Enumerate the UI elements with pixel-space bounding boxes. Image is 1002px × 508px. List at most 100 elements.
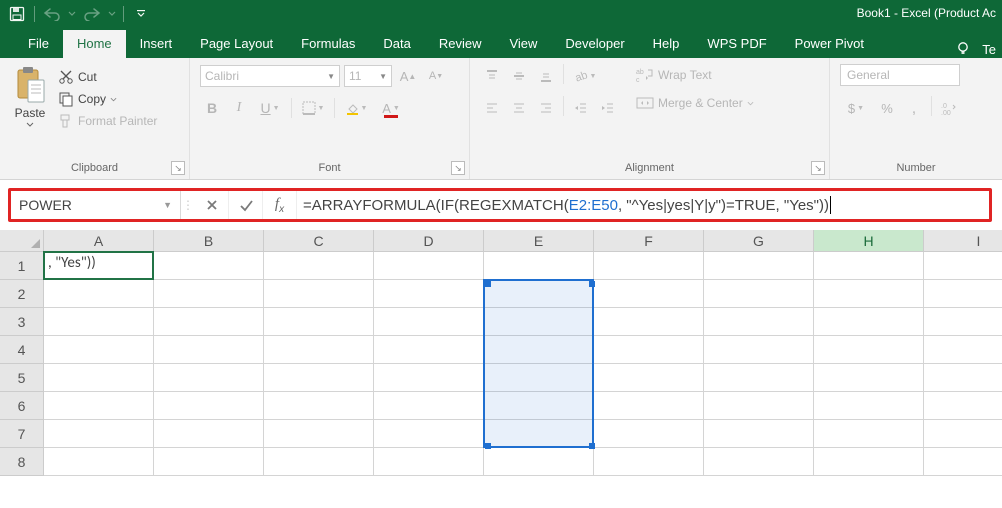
column-header[interactable]: A [44,230,154,252]
comma-format-icon[interactable]: , [902,96,926,120]
cell[interactable] [704,252,814,280]
undo-icon[interactable] [41,3,63,25]
cell[interactable] [264,336,374,364]
cell[interactable] [154,308,264,336]
number-format-combo[interactable]: General [840,64,960,86]
column-header[interactable]: I [924,230,1002,252]
column-header[interactable]: E [484,230,594,252]
cell[interactable] [44,392,154,420]
format-painter-button[interactable]: Format Painter [56,112,159,130]
cell[interactable] [44,364,154,392]
tab-file[interactable]: File [14,30,63,58]
alignment-launcher-icon[interactable]: ↘ [811,161,825,175]
align-middle-icon[interactable] [507,64,531,88]
cell[interactable] [594,336,704,364]
tell-me-label[interactable]: Te [982,42,996,57]
bold-button[interactable]: B [200,96,224,120]
cell[interactable] [704,392,814,420]
cell[interactable]: , "Yes")) [44,252,154,280]
cell[interactable] [44,308,154,336]
align-center-icon[interactable] [507,96,531,120]
fill-color-button[interactable]: ▼ [340,96,372,120]
cell[interactable] [704,420,814,448]
font-color-button[interactable]: A▼ [375,96,407,120]
row-header[interactable]: 3 [0,308,44,336]
cell[interactable] [484,448,594,476]
tab-help[interactable]: Help [639,30,694,58]
tab-view[interactable]: View [495,30,551,58]
cell[interactable] [484,364,594,392]
column-header[interactable]: H [814,230,924,252]
cell[interactable] [264,364,374,392]
cell[interactable] [484,420,594,448]
cell[interactable] [154,280,264,308]
tab-power-pivot[interactable]: Power Pivot [781,30,878,58]
cell[interactable] [374,336,484,364]
row-header[interactable]: 2 [0,280,44,308]
cell[interactable] [154,392,264,420]
orientation-icon[interactable]: ab▼ [569,64,601,88]
cell[interactable] [594,420,704,448]
cell[interactable] [374,420,484,448]
borders-button[interactable]: ▼ [297,96,329,120]
cell[interactable] [484,308,594,336]
cell[interactable] [924,308,1002,336]
tab-wps-pdf[interactable]: WPS PDF [693,30,780,58]
cell[interactable] [594,364,704,392]
clipboard-launcher-icon[interactable]: ↘ [171,161,185,175]
cell[interactable] [374,280,484,308]
tab-formulas[interactable]: Formulas [287,30,369,58]
cell[interactable] [594,280,704,308]
cell[interactable] [264,280,374,308]
cell[interactable] [814,420,924,448]
cell[interactable] [44,420,154,448]
row-header[interactable]: 5 [0,364,44,392]
cell[interactable] [704,336,814,364]
increase-decimal-icon[interactable]: .0.00 [937,96,961,120]
cell[interactable] [814,392,924,420]
row-header[interactable]: 1 [0,252,44,280]
cell[interactable] [374,392,484,420]
formula-input[interactable]: =ARRAYFORMULA(IF(REGEXMATCH(E2:E50, "^Ye… [297,191,989,219]
cell[interactable] [154,448,264,476]
copy-button[interactable]: Copy [56,90,159,108]
wrap-text-button[interactable]: abc Wrap Text [634,66,756,84]
name-box[interactable]: POWER ▼ [11,191,181,219]
cell[interactable] [814,252,924,280]
name-box-dropdown-icon[interactable]: ▼ [163,200,172,210]
cell[interactable] [704,280,814,308]
accounting-format-icon[interactable]: $▼ [840,96,872,120]
cell[interactable] [814,308,924,336]
font-launcher-icon[interactable]: ↘ [451,161,465,175]
cell[interactable] [814,364,924,392]
undo-dropdown-icon[interactable] [67,3,77,25]
cell[interactable] [154,336,264,364]
cell[interactable] [484,392,594,420]
cell[interactable] [704,308,814,336]
tab-home[interactable]: Home [63,30,126,58]
cell[interactable] [924,420,1002,448]
merge-center-button[interactable]: Merge & Center [634,94,756,112]
cell[interactable] [154,364,264,392]
cell[interactable] [924,448,1002,476]
align-bottom-icon[interactable] [534,64,558,88]
row-header[interactable]: 4 [0,336,44,364]
cell[interactable] [264,252,374,280]
cell[interactable] [814,448,924,476]
italic-button[interactable]: I [227,96,251,120]
cut-button[interactable]: Cut [56,68,159,86]
save-icon[interactable] [6,3,28,25]
cell[interactable] [594,308,704,336]
decrease-indent-icon[interactable] [569,96,593,120]
cell[interactable] [44,336,154,364]
cell[interactable] [924,364,1002,392]
cell[interactable] [374,252,484,280]
column-header[interactable]: B [154,230,264,252]
cell[interactable] [594,448,704,476]
cell[interactable] [44,280,154,308]
row-header[interactable]: 6 [0,392,44,420]
decrease-font-icon[interactable]: A▼ [424,64,448,88]
cell[interactable] [484,252,594,280]
cancel-formula-icon[interactable] [195,191,229,219]
cell[interactable] [264,448,374,476]
